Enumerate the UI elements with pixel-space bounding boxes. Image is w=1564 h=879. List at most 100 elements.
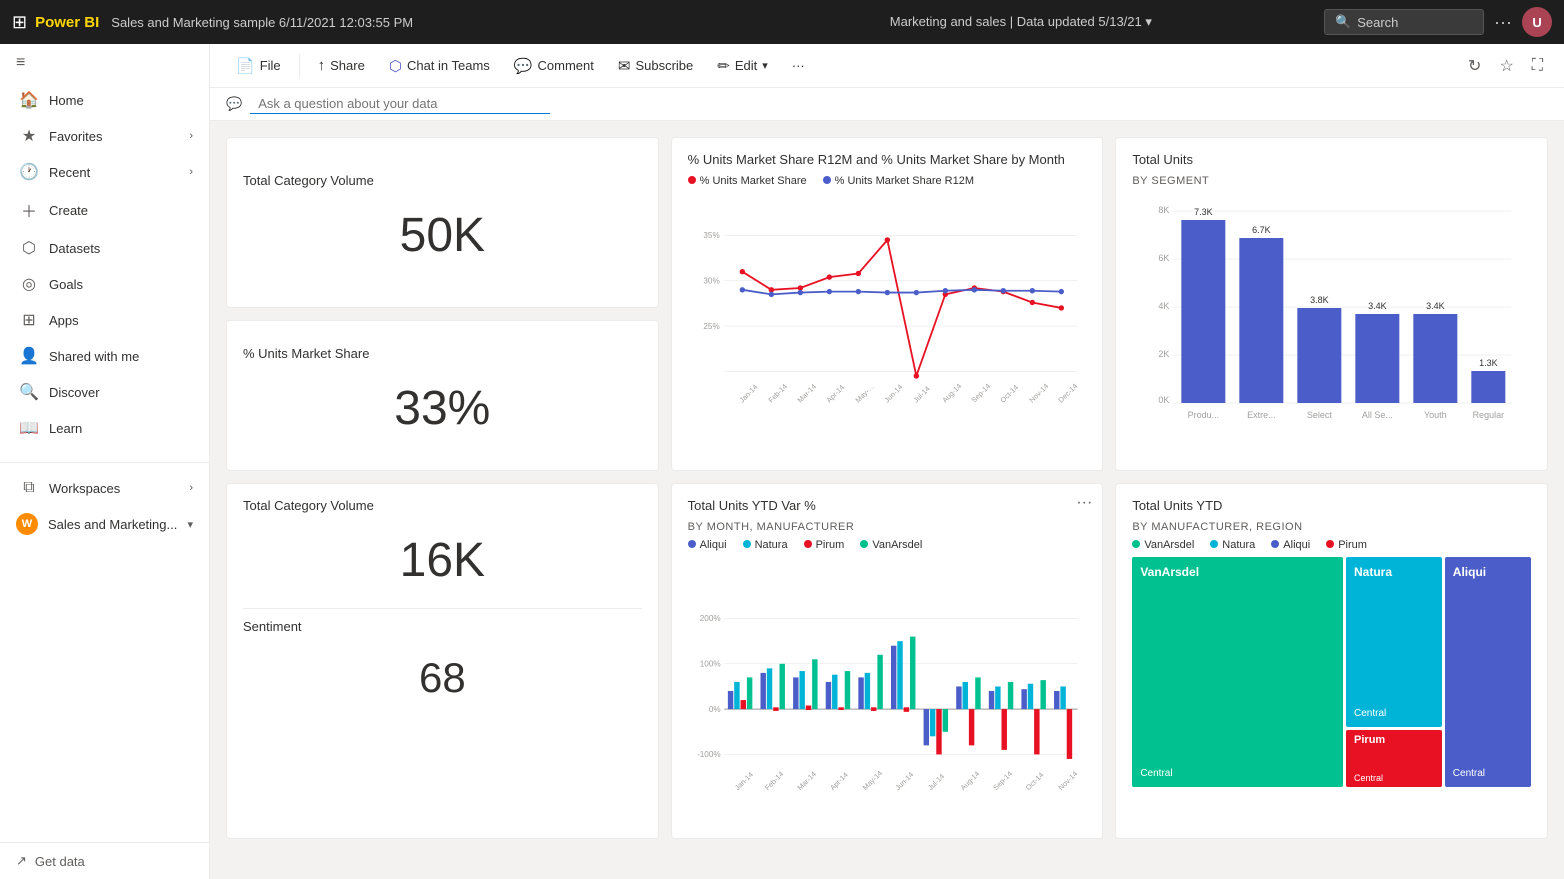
fullscreen-icon[interactable]: ⛶ xyxy=(1527,52,1548,80)
sidebar-item-workspaces[interactable]: ⧉ Workspaces › xyxy=(0,471,209,505)
card-total-units: Total Units BY SEGMENT 8K 6K 4K 2K 0K xyxy=(1115,137,1548,471)
more-button[interactable]: ··· xyxy=(782,53,815,78)
workspace-name: Sales and Marketing... xyxy=(48,517,177,532)
home-icon: 🏠 xyxy=(19,90,39,110)
treemap-cell-vanarsdel[interactable]: VanArsdel Central xyxy=(1132,557,1343,787)
svg-text:May-14: May-14 xyxy=(860,769,883,792)
avatar[interactable]: U xyxy=(1522,7,1552,37)
svg-text:Sep-14: Sep-14 xyxy=(969,382,992,405)
sentiment-value: 68 xyxy=(243,634,642,712)
sidebar-item-apps[interactable]: ⊞ Apps xyxy=(0,302,209,338)
svg-text:Feb-14: Feb-14 xyxy=(762,770,785,793)
card-title: Total Units YTD Var % xyxy=(688,498,1087,513)
chat-teams-button[interactable]: ⬡ Chat in Teams xyxy=(379,52,500,80)
svg-text:25%: 25% xyxy=(703,322,719,331)
edit-button[interactable]: ✏ Edit ▾ xyxy=(707,52,778,80)
legend-item-natura: Natura xyxy=(743,539,788,551)
dataset-info[interactable]: Marketing and sales | Data updated 5/13/… xyxy=(718,14,1324,30)
apps-grid-icon[interactable]: ⊞ xyxy=(12,12,27,33)
sentiment-title: Sentiment xyxy=(243,619,642,634)
card-subtitle: BY MONTH, MANUFACTURER xyxy=(688,521,1087,533)
card-title: Total Units xyxy=(1132,152,1531,167)
shared-icon: 👤 xyxy=(19,346,39,366)
legend-item: % Units Market Share xyxy=(688,175,807,187)
kpi-value: 33% xyxy=(243,361,642,446)
subscribe-label: Subscribe xyxy=(635,58,693,73)
sidebar-item-favorites[interactable]: ★ Favorites › xyxy=(0,118,209,154)
svg-text:3.8K: 3.8K xyxy=(1310,295,1329,305)
edit-chevron-icon: ▾ xyxy=(762,59,768,72)
sidebar-workspace-item[interactable]: W Sales and Marketing... ▾ xyxy=(0,505,209,543)
get-data-label: Get data xyxy=(35,854,85,869)
svg-text:Dec-14: Dec-14 xyxy=(1056,382,1079,405)
svg-text:7.3K: 7.3K xyxy=(1194,207,1213,217)
share-icon: ↑ xyxy=(318,57,326,74)
sidebar-item-shared[interactable]: 👤 Shared with me xyxy=(0,338,209,374)
card-title: Total Units YTD xyxy=(1132,498,1531,513)
more-options-icon[interactable]: ··· xyxy=(1076,494,1092,512)
treemap-label: Aliqui xyxy=(1453,565,1486,579)
svg-text:4K: 4K xyxy=(1159,301,1170,311)
sidebar-item-datasets[interactable]: ⬡ Datasets xyxy=(0,230,209,266)
sidebar-item-discover[interactable]: 🔍 Discover xyxy=(0,374,209,410)
sidebar: ≡ 🏠 Home ★ Favorites › 🕐 Recent › ＋ Crea… xyxy=(0,44,210,879)
treemap-col-right: Natura Central Pirum Central xyxy=(1346,557,1442,787)
svg-text:-100%: -100% xyxy=(697,750,721,759)
qa-icon: 💬 xyxy=(226,96,242,112)
favorite-icon[interactable]: ☆ xyxy=(1494,51,1518,81)
svg-text:Produ...: Produ... xyxy=(1188,410,1220,420)
search-icon: 🔍 xyxy=(1335,14,1351,30)
goals-icon: ◎ xyxy=(19,274,39,294)
card-subtitle: BY MANUFACTURER, REGION xyxy=(1132,521,1531,533)
file-button[interactable]: 📄 File xyxy=(226,52,291,80)
svg-text:1.3K: 1.3K xyxy=(1479,358,1498,368)
sidebar-item-label: Favorites xyxy=(49,129,179,144)
card-total-units-ytd: Total Units YTD BY MANUFACTURER, REGION … xyxy=(1115,483,1548,839)
qa-input[interactable] xyxy=(250,94,550,114)
share-button[interactable]: ↑ Share xyxy=(308,52,375,79)
treemap-cell-pirum[interactable]: Pirum Central xyxy=(1346,730,1442,787)
recent-icon: 🕐 xyxy=(19,162,39,182)
chart-legend: VanArsdel Natura Aliqui Pirum xyxy=(1132,539,1531,551)
sidebar-item-create[interactable]: ＋ Create xyxy=(0,190,209,230)
get-data-button[interactable]: ↗ Get data xyxy=(0,842,209,879)
sidebar-item-goals[interactable]: ◎ Goals xyxy=(0,266,209,302)
card-ytd-var: Total Units YTD Var % BY MONTH, MANUFACT… xyxy=(671,483,1104,839)
treemap-label: VanArsdel xyxy=(1140,565,1199,579)
sidebar-item-label: Create xyxy=(49,203,193,218)
legend-item-aliqui: Aliqui xyxy=(1271,539,1310,551)
svg-text:2K: 2K xyxy=(1159,349,1170,359)
treemap-cell-natura[interactable]: Natura Central xyxy=(1346,557,1442,727)
svg-text:Jan-14: Jan-14 xyxy=(733,770,755,792)
comment-button[interactable]: 💬 Comment xyxy=(504,52,604,80)
treemap-label: Natura xyxy=(1354,565,1392,579)
sidebar-item-label: Home xyxy=(49,93,193,108)
svg-text:Extre...: Extre... xyxy=(1247,410,1276,420)
refresh-icon[interactable]: ↻ xyxy=(1463,51,1486,81)
svg-text:200%: 200% xyxy=(699,614,720,623)
sidebar-item-recent[interactable]: 🕐 Recent › xyxy=(0,154,209,190)
svg-text:30%: 30% xyxy=(703,276,719,285)
qa-bar: 💬 xyxy=(210,88,1564,121)
edit-label: Edit xyxy=(735,58,757,73)
svg-text:8K: 8K xyxy=(1159,205,1170,215)
sidebar-item-learn[interactable]: 📖 Learn xyxy=(0,410,209,446)
file-label: File xyxy=(260,58,281,73)
svg-text:Mar-14: Mar-14 xyxy=(795,770,818,793)
more-options-icon[interactable]: ··· xyxy=(1494,12,1512,33)
treemap-sublabel: Central xyxy=(1354,773,1383,783)
legend-item-pirum: Pirum xyxy=(804,539,845,551)
subscribe-icon: ✉ xyxy=(618,57,631,75)
svg-text:Apr-14: Apr-14 xyxy=(828,770,850,792)
treemap-cell-aliqui[interactable]: Aliqui Central xyxy=(1445,557,1531,787)
discover-icon: 🔍 xyxy=(19,382,39,402)
sidebar-item-label: Recent xyxy=(49,165,179,180)
sidebar-toggle[interactable]: ≡ xyxy=(0,44,209,82)
legend-item-natura: Natura xyxy=(1210,539,1255,551)
search-box[interactable]: 🔍 Search xyxy=(1324,9,1484,35)
legend-item-aliqui: Aliqui xyxy=(688,539,727,551)
subscribe-button[interactable]: ✉ Subscribe xyxy=(608,52,703,80)
sidebar-item-home[interactable]: 🏠 Home xyxy=(0,82,209,118)
workspace-icon: W xyxy=(16,513,38,535)
topbar: ⊞ Power BI Sales and Marketing sample 6/… xyxy=(0,0,1564,44)
